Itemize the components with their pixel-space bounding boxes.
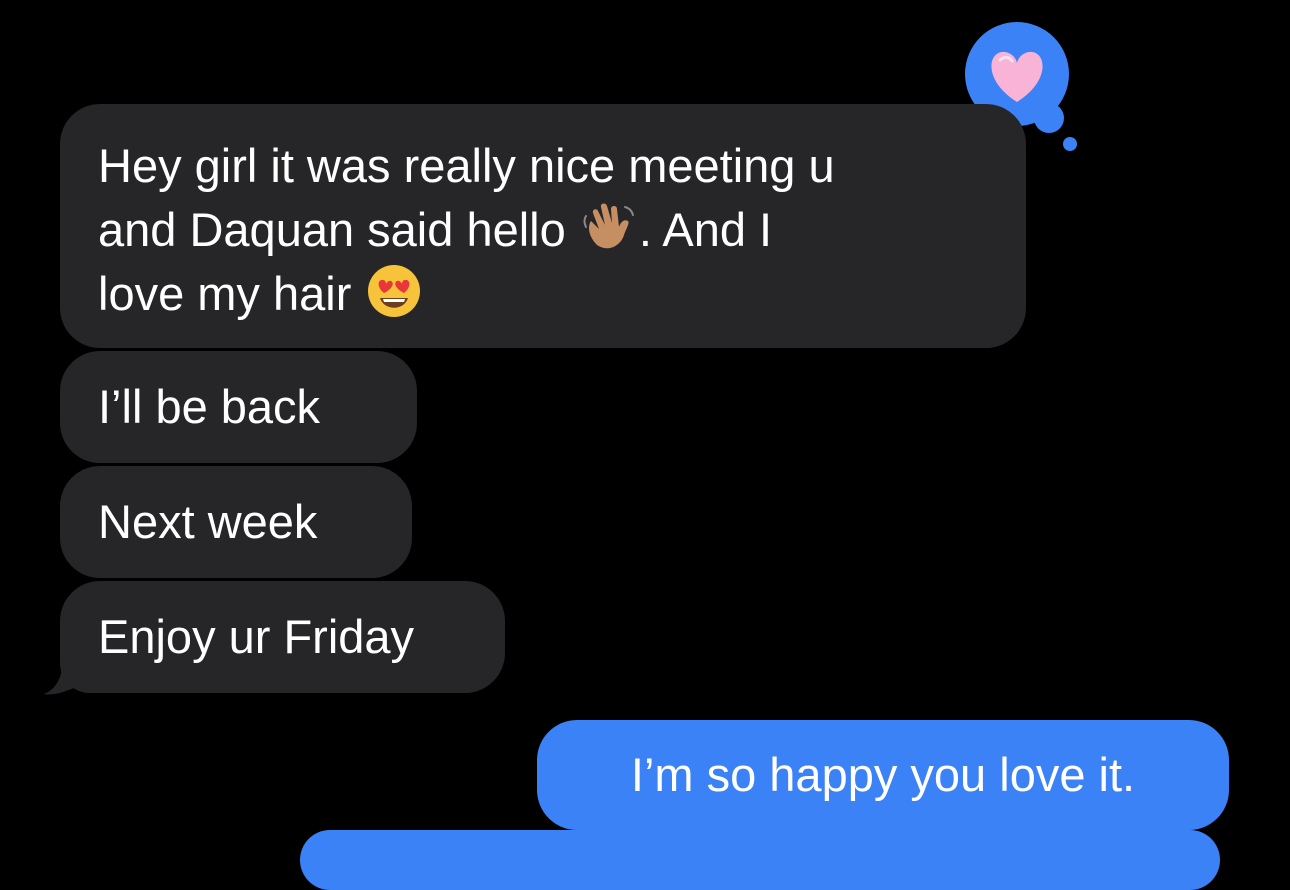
message-text: I’ll be back	[98, 380, 321, 433]
message-text: Enjoy ur Friday	[98, 610, 415, 663]
message-bubble-incoming[interactable]: I’ll be back	[60, 351, 417, 463]
message-bubble-outgoing[interactable]: I’m so happy you love it.	[537, 720, 1229, 830]
message-line: love my hair	[98, 262, 990, 326]
message-bubble-incoming[interactable]: Next week	[60, 466, 412, 578]
message-line: and Daquan said hello . And I	[98, 198, 990, 262]
message-bubble-incoming[interactable]: Hey girl it was really nice meeting u an…	[60, 104, 1026, 348]
message-text: Next week	[98, 495, 318, 548]
message-bubble-outgoing-partial[interactable]	[300, 830, 1220, 890]
waving-hand-icon	[581, 199, 637, 255]
message-bubble-incoming[interactable]: Enjoy ur Friday	[60, 581, 505, 693]
message-text: I’m so happy you love it.	[630, 748, 1136, 801]
heart-eyes-emoji-icon	[366, 263, 422, 319]
message-line: Hey girl it was really nice meeting u	[98, 139, 835, 192]
